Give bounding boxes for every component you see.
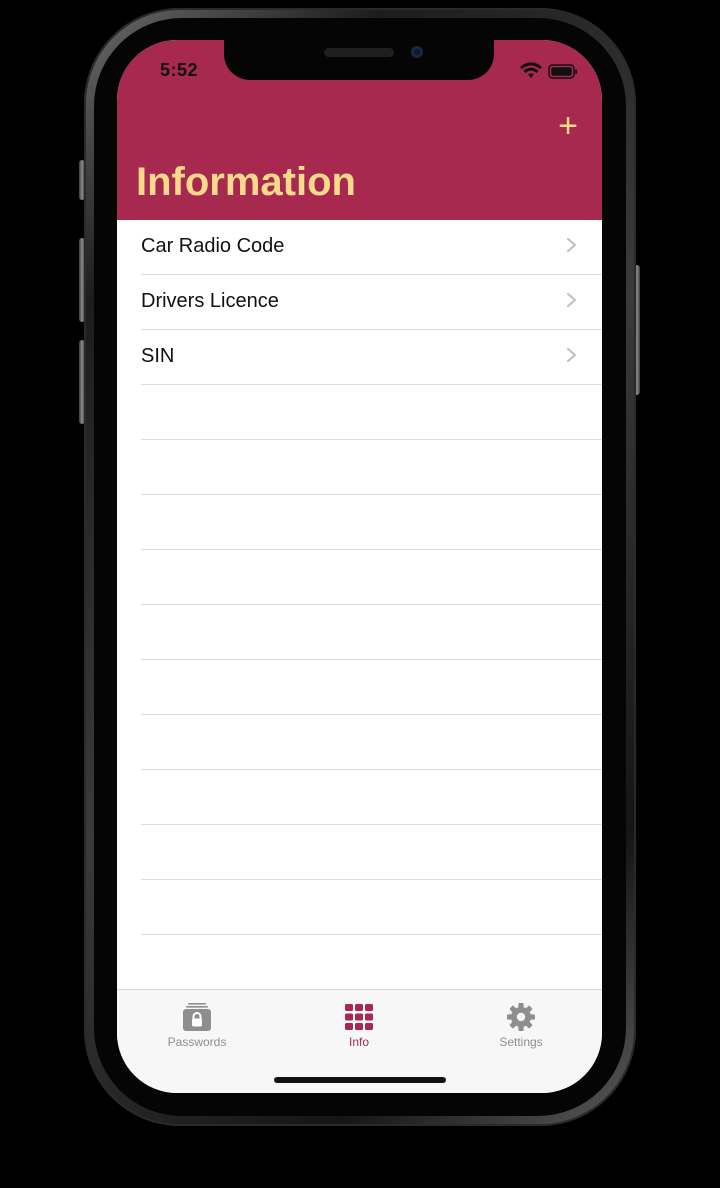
chevron-right-icon (566, 237, 577, 253)
list-item-label: Car Radio Code (141, 235, 285, 257)
earpiece-speaker (324, 48, 394, 57)
front-camera (411, 46, 423, 58)
empty-row (117, 660, 602, 715)
empty-row (117, 825, 602, 880)
tab-label: Settings (499, 1035, 543, 1049)
device-canvas: 5:52 + Information Car Radio Code Driver… (0, 0, 720, 1188)
list-item-label: Drivers Licence (141, 290, 279, 312)
list-item-label: SIN (141, 345, 175, 367)
phone-notch (224, 40, 494, 80)
tab-label: Passwords (167, 1035, 227, 1049)
empty-row (117, 715, 602, 770)
status-time: 5:52 (160, 60, 199, 80)
wifi-icon (520, 62, 542, 78)
grid-icon (345, 1004, 373, 1030)
list-item[interactable]: Drivers Licence (117, 275, 602, 330)
gear-icon (507, 1003, 535, 1031)
chevron-right-icon (566, 292, 577, 308)
list-item[interactable]: Car Radio Code (117, 220, 602, 275)
empty-row (117, 880, 602, 935)
tab-info[interactable]: Info (299, 1002, 419, 1052)
battery-icon (548, 64, 578, 79)
page-title: Information (136, 160, 356, 204)
lock-folder-icon (183, 1003, 211, 1031)
tab-passwords[interactable]: Passwords (137, 1002, 257, 1052)
tab-settings[interactable]: Settings (461, 1002, 581, 1052)
info-list: Car Radio Code Drivers Licence SIN (117, 220, 602, 990)
empty-row (117, 935, 602, 990)
tab-label: Info (348, 1035, 369, 1049)
home-indicator[interactable] (274, 1077, 446, 1083)
empty-row (117, 385, 602, 440)
status-icons (520, 62, 578, 79)
phone-screen: 5:52 + Information Car Radio Code Driver… (117, 40, 602, 1093)
list-item[interactable]: SIN (117, 330, 602, 385)
chevron-right-icon (566, 347, 577, 363)
empty-row (117, 605, 602, 660)
empty-row (117, 440, 602, 495)
add-button[interactable]: + (553, 109, 583, 143)
empty-row (117, 550, 602, 605)
empty-row (117, 770, 602, 825)
empty-row (117, 495, 602, 550)
